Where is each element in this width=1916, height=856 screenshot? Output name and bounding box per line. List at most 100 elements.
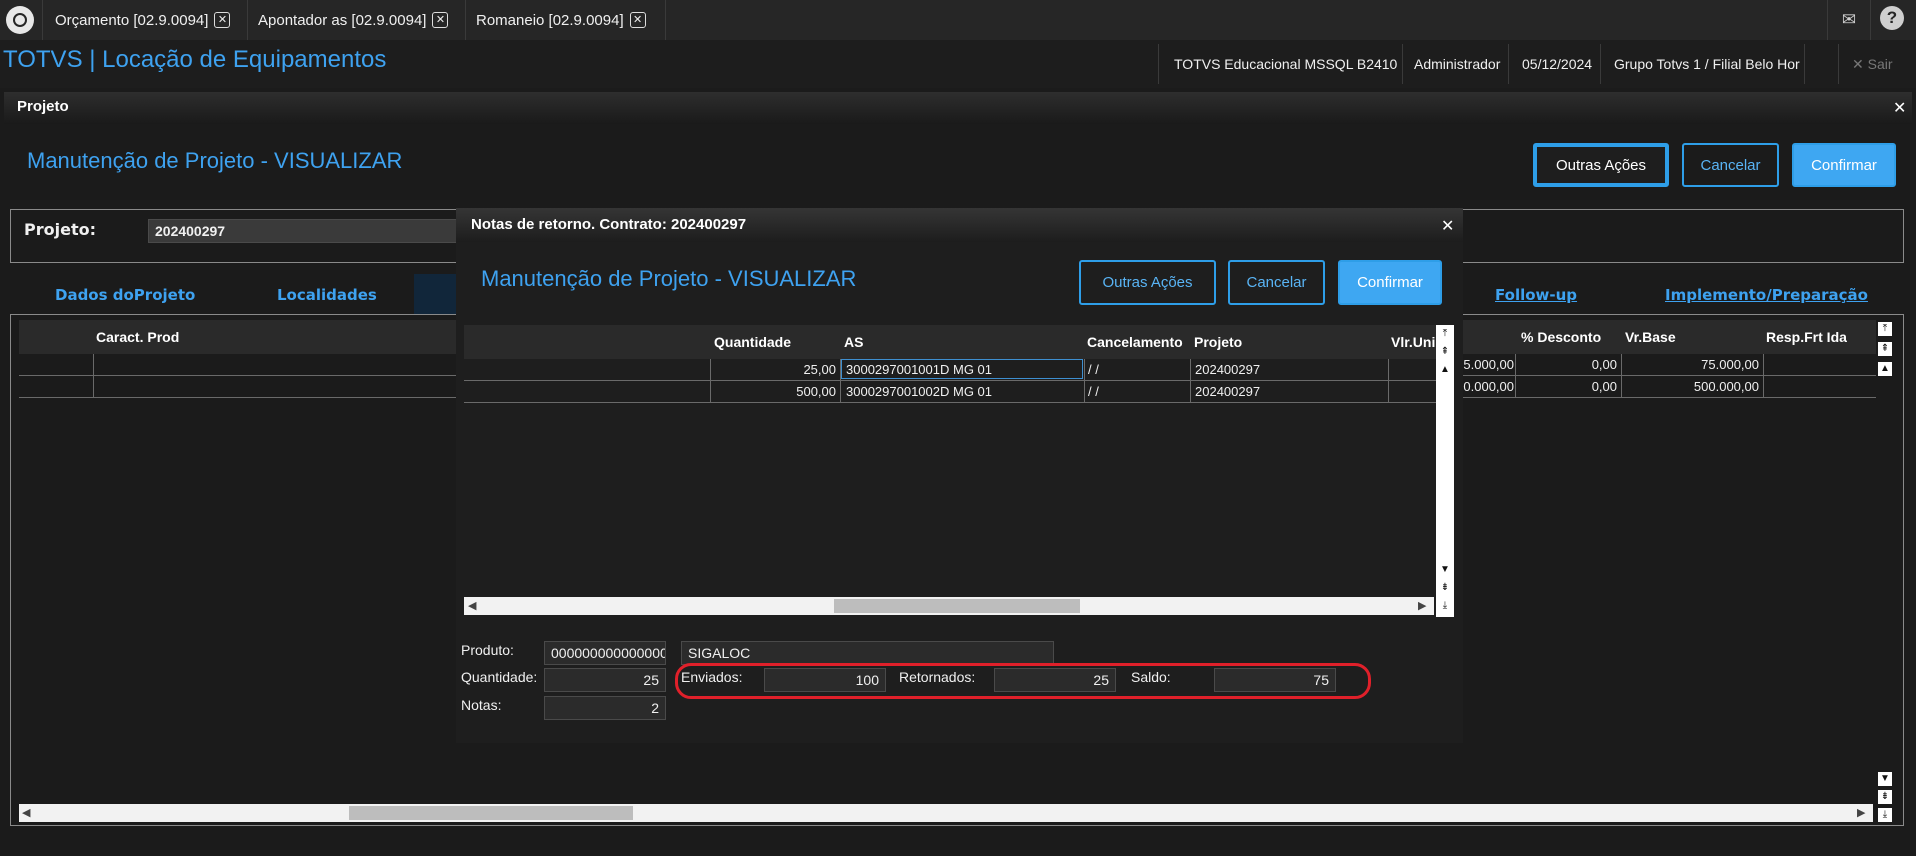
confirm-button[interactable]: Confirmar	[1338, 260, 1442, 305]
divider	[1827, 0, 1828, 40]
help-icon[interactable]: ?	[1880, 6, 1904, 30]
table-cell: 202400297	[1195, 384, 1261, 399]
divider	[465, 0, 466, 40]
tab-label: Localidades	[277, 286, 377, 304]
table-cell: 500.000,00	[1693, 379, 1759, 394]
grid-header-row	[464, 325, 1436, 359]
produto-description-field[interactable]: SIGALOC	[681, 641, 1054, 665]
tab-dados-projeto[interactable]: Dados doProjeto	[55, 286, 195, 304]
column-header-as[interactable]: AS	[844, 334, 863, 350]
cancel-button[interactable]: Cancelar	[1682, 143, 1779, 187]
notas-field[interactable]: 2	[544, 696, 666, 720]
tab-label: Romaneio [02.9.0094]	[476, 11, 624, 29]
column-divider	[1388, 359, 1389, 402]
close-icon[interactable]: ✕	[629, 12, 646, 28]
quantidade-field[interactable]: 25	[544, 668, 666, 692]
scroll-right-icon[interactable]: ▶	[1418, 599, 1426, 612]
scroll-left-icon[interactable]: ◀	[22, 806, 30, 819]
close-icon[interactable]: ✕	[432, 12, 449, 28]
cancel-button[interactable]: Cancelar	[1228, 260, 1325, 305]
scroll-right-icon[interactable]: ▶	[1857, 806, 1865, 819]
scroll-left-icon[interactable]: ◀	[468, 599, 476, 612]
project-label: Projeto:	[24, 220, 96, 239]
divider	[1402, 44, 1403, 84]
column-header-vlr-unit[interactable]: Vlr.Uni	[1391, 334, 1436, 350]
tab-label: Orçamento [02.9.0094]	[55, 11, 209, 29]
mail-icon[interactable]: ✉	[1836, 7, 1862, 33]
close-icon[interactable]: ✕	[1893, 98, 1906, 118]
column-header-resp[interactable]: Resp.Frt Ida	[1766, 329, 1847, 345]
produto-code-field[interactable]: 000000000000000	[544, 641, 666, 665]
scroll-top-icon[interactable]: ⤒	[1438, 327, 1452, 341]
column-divider	[1763, 354, 1764, 397]
table-cell: 500,00	[796, 384, 836, 399]
scroll-down-icon[interactable]: ▼	[1878, 772, 1892, 786]
table-cell: 75.000,00	[1701, 357, 1759, 372]
scroll-page-down-icon[interactable]: ⇟	[1438, 581, 1452, 595]
column-divider	[93, 354, 94, 397]
page-title: Manutenção de Projeto - VISUALIZAR	[481, 266, 857, 291]
confirm-button[interactable]: Confirmar	[1792, 143, 1896, 187]
environment-label: TOTVS Educacional MSSQL B2410	[1174, 56, 1398, 72]
scroll-bottom-icon[interactable]: ⤓	[1878, 808, 1892, 822]
column-divider	[1621, 354, 1622, 397]
scroll-page-up-icon[interactable]: ⇞	[1438, 345, 1452, 359]
column-divider	[1084, 359, 1085, 402]
column-header-cancelamento[interactable]: Cancelamento	[1087, 334, 1183, 350]
column-header-projeto[interactable]: Projeto	[1194, 334, 1242, 350]
project-field[interactable]: 202400297	[148, 219, 458, 243]
divider	[1508, 44, 1509, 84]
column-divider	[1190, 359, 1191, 402]
user-label: Administrador	[1414, 56, 1501, 72]
highlight-annotation	[675, 663, 1371, 699]
app-title: TOTVS | Locação de Equipamentos	[3, 46, 387, 73]
table-cell: 3000297001002D MG 01	[846, 384, 993, 399]
table-cell: 202400297	[1195, 362, 1261, 377]
tab-localidades[interactable]: Localidades	[277, 286, 377, 304]
divider	[1804, 44, 1805, 84]
column-header-caract[interactable]: Caract. Prod	[96, 329, 179, 345]
row-divider	[464, 402, 1436, 403]
tab-orcamento[interactable]: Orçamento [02.9.0094] ✕	[55, 0, 231, 40]
horizontal-scroll-thumb[interactable]	[834, 599, 1080, 613]
scroll-up-icon[interactable]: ▲	[1878, 362, 1892, 376]
column-header-vrbase[interactable]: Vr.Base	[1625, 329, 1676, 345]
scroll-up-icon[interactable]: ▲	[1438, 363, 1452, 377]
notas-label: Notas:	[461, 697, 502, 713]
tab-implemento[interactable]: Implemento/Preparação	[1665, 286, 1868, 304]
table-cell: 0,00	[1591, 357, 1617, 372]
close-icon: ✕	[1852, 56, 1864, 72]
scroll-down-icon[interactable]: ▼	[1438, 563, 1452, 577]
date-label: 05/12/2024	[1522, 56, 1593, 72]
produto-label: Produto:	[461, 642, 514, 658]
scroll-bottom-icon[interactable]: ⤓	[1438, 599, 1452, 613]
table-cell[interactable]: 3000297001001D MG 01	[846, 362, 992, 377]
close-icon[interactable]: ✕	[1441, 216, 1454, 236]
dialog-title-bar	[4, 92, 1912, 124]
totvs-logo-icon[interactable]	[6, 6, 34, 34]
tab-follow-up[interactable]: Follow-up	[1495, 286, 1577, 304]
row-divider	[464, 380, 1436, 381]
table-cell: 5.000,00	[1463, 357, 1514, 372]
divider	[1870, 0, 1871, 40]
exit-button[interactable]: ✕ Sair	[1852, 52, 1893, 76]
horizontal-scrollbar[interactable]	[19, 804, 1873, 822]
dialog-title: Projeto	[17, 98, 69, 115]
scroll-top-icon[interactable]: ⤒	[1878, 322, 1892, 336]
column-divider	[710, 359, 711, 402]
other-actions-button[interactable]: Outras Ações	[1533, 143, 1669, 187]
close-icon[interactable]: ✕	[214, 12, 231, 28]
column-divider	[1515, 354, 1516, 397]
column-header-quantidade[interactable]: Quantidade	[714, 334, 791, 350]
tab-label: Dados doProjeto	[55, 286, 196, 304]
other-actions-button[interactable]: Outras Ações	[1079, 260, 1216, 305]
divider	[247, 0, 248, 40]
column-header-desconto[interactable]: % Desconto	[1521, 329, 1601, 345]
vertical-scrollbar[interactable]	[1876, 320, 1894, 820]
tab-apontador[interactable]: Apontador as [02.9.0094] ✕	[258, 0, 449, 40]
tab-active-indicator[interactable]	[414, 274, 459, 314]
scroll-page-down-icon[interactable]: ⇟	[1878, 790, 1892, 804]
horizontal-scroll-thumb[interactable]	[349, 806, 633, 820]
tab-romaneio[interactable]: Romaneio [02.9.0094] ✕	[476, 0, 646, 40]
scroll-page-up-icon[interactable]: ⇞	[1878, 342, 1892, 356]
